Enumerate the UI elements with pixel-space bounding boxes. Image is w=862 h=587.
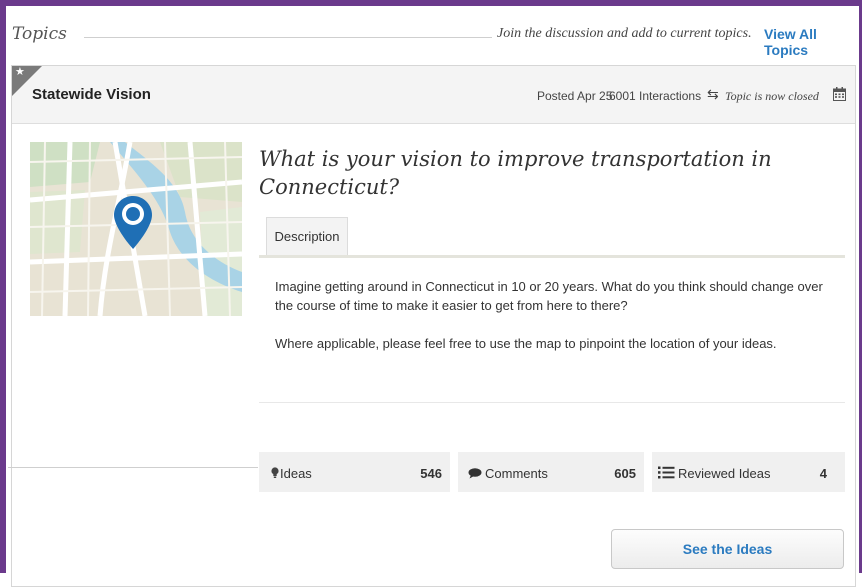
lightbulb-icon bbox=[271, 467, 279, 478]
title-divider bbox=[84, 37, 492, 38]
interactions-count: 6001 Interactions bbox=[609, 89, 702, 103]
comments-stat[interactable]: Comments 605 bbox=[458, 452, 644, 492]
page-title: Topics bbox=[12, 24, 67, 44]
comments-count: 605 bbox=[614, 466, 636, 481]
reviewed-ideas-label: Reviewed Ideas bbox=[678, 466, 771, 481]
section-divider bbox=[8, 467, 258, 468]
topic-question: What is your vision to improve transport… bbox=[259, 147, 772, 199]
ideas-label: Ideas bbox=[280, 466, 312, 481]
description-paragraph: Where applicable, please feel free to us… bbox=[275, 336, 777, 351]
tab-underline bbox=[259, 255, 845, 258]
list-icon bbox=[658, 466, 675, 479]
reviewed-ideas-stat[interactable]: Reviewed Ideas 4 bbox=[652, 452, 845, 492]
swap-arrows-icon: ⇆ bbox=[707, 86, 719, 102]
speech-bubble-icon bbox=[468, 468, 482, 479]
join-discussion-text: Join the discussion and add to current t… bbox=[497, 26, 752, 41]
topic-map[interactable] bbox=[30, 142, 242, 316]
description-paragraph: Imagine getting around in Connecticut in… bbox=[275, 279, 823, 313]
comments-label: Comments bbox=[485, 466, 548, 481]
tab-description[interactable]: Description bbox=[266, 217, 348, 255]
ideas-stat[interactable]: Ideas 546 bbox=[259, 452, 450, 492]
calendar-icon bbox=[833, 87, 846, 101]
topic-header: ★ Statewide Vision Posted Apr 25 6001 In… bbox=[12, 66, 855, 124]
topic-name: Statewide Vision bbox=[32, 86, 151, 103]
ideas-count: 546 bbox=[420, 466, 442, 481]
posted-date: Posted Apr 25 bbox=[537, 89, 613, 103]
view-all-topics-link[interactable]: View All Topics bbox=[764, 26, 862, 58]
topic-status: Topic is now closed bbox=[725, 89, 819, 103]
see-the-ideas-button[interactable]: See the Ideas bbox=[611, 529, 844, 569]
description-divider bbox=[259, 402, 845, 403]
star-icon: ★ bbox=[15, 66, 25, 78]
reviewed-ideas-count: 4 bbox=[819, 466, 827, 481]
